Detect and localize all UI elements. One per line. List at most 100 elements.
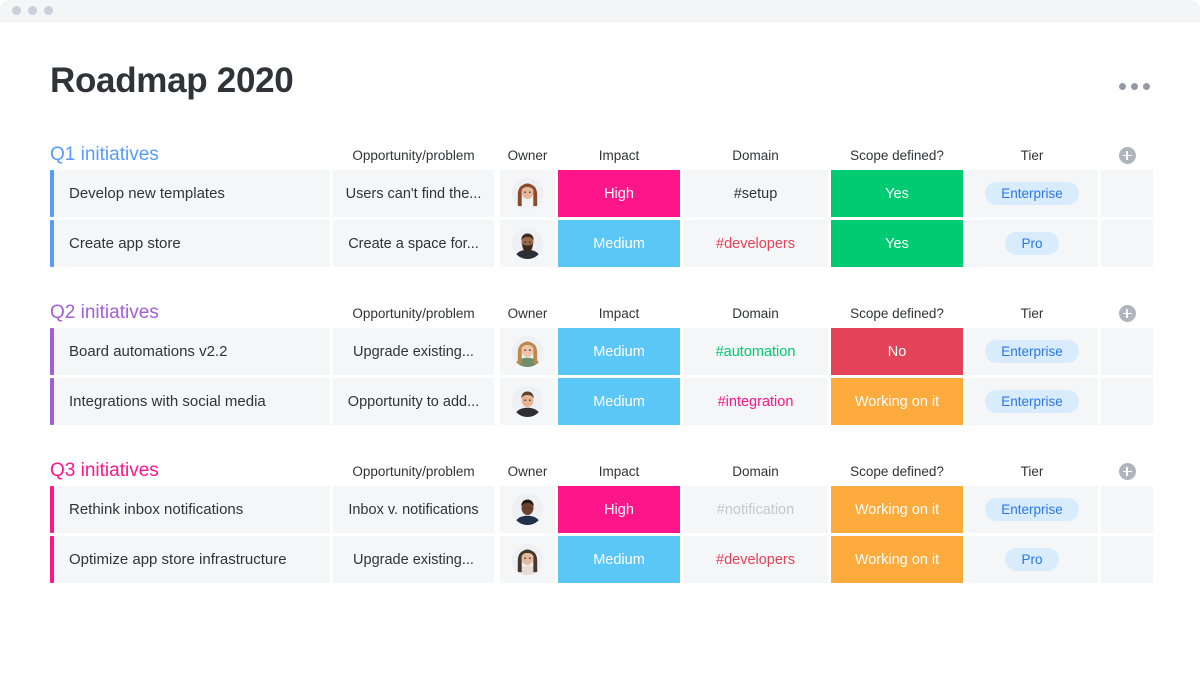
cell-tier[interactable]: Enterprise <box>966 170 1098 217</box>
cell-opportunity[interactable]: Opportunity to add... <box>333 378 494 425</box>
cell-impact[interactable]: High <box>558 486 680 533</box>
cell-scope-defined[interactable]: Yes <box>831 170 963 217</box>
group-title[interactable]: Q3 initiatives <box>50 456 330 486</box>
column-header-impact[interactable]: Impact <box>558 140 680 170</box>
column-header-scope[interactable]: Scope defined? <box>831 140 963 170</box>
cell-scope-defined[interactable]: Working on it <box>831 536 963 583</box>
cell-impact[interactable]: Medium <box>558 328 680 375</box>
column-header-opportunity[interactable]: Opportunity/problem <box>333 298 494 328</box>
cell-scope-defined[interactable]: Working on it <box>831 378 963 425</box>
tier-pill: Pro <box>1005 231 1059 256</box>
cell-empty[interactable] <box>1101 536 1153 583</box>
cell-impact[interactable]: Medium <box>558 220 680 267</box>
cell-owner[interactable] <box>500 220 555 267</box>
column-header-owner[interactable]: Owner <box>500 456 555 486</box>
board-group: Q3 initiatives Opportunity/problem Owner Im… <box>50 456 1153 583</box>
column-header-opportunity[interactable]: Opportunity/problem <box>333 456 494 486</box>
board-table: Q1 initiatives Opportunity/problem Owner Im… <box>50 140 1153 267</box>
row-title[interactable]: Develop new templates <box>54 170 330 217</box>
avatar-man-beard <box>512 228 543 259</box>
column-header-domain[interactable]: Domain <box>683 298 828 328</box>
tier-pill: Pro <box>1005 547 1059 572</box>
cell-owner[interactable] <box>500 536 555 583</box>
avatar-woman-dark-hair <box>512 544 543 575</box>
add-column-icon <box>1118 304 1136 322</box>
cell-scope-defined[interactable]: Yes <box>831 220 963 267</box>
cell-scope-defined[interactable]: Working on it <box>831 486 963 533</box>
cell-impact[interactable]: Medium <box>558 536 680 583</box>
app-window: Roadmap 2020 Q1 initiatives Opportunity/p… <box>0 0 1200 695</box>
group-title[interactable]: Q2 initiatives <box>50 298 330 328</box>
cell-empty[interactable] <box>1101 328 1153 375</box>
cell-domain[interactable]: #setup <box>683 170 828 217</box>
board-group: Q2 initiatives Opportunity/problem Owner Im… <box>50 298 1153 425</box>
row-title[interactable]: Board automations v2.2 <box>54 328 330 375</box>
window-minimize-button[interactable] <box>28 6 37 15</box>
row-title[interactable]: Rethink inbox notifications <box>54 486 330 533</box>
cell-scope-defined[interactable]: No <box>831 328 963 375</box>
group-title[interactable]: Q1 initiatives <box>50 140 330 170</box>
cell-tier[interactable]: Enterprise <box>966 328 1098 375</box>
column-header-impact[interactable]: Impact <box>558 456 680 486</box>
column-header-tier[interactable]: Tier <box>966 140 1098 170</box>
kebab-dot-icon <box>1143 83 1150 90</box>
avatar-woman-brown-hair <box>512 178 543 209</box>
cell-tier[interactable]: Enterprise <box>966 486 1098 533</box>
cell-empty[interactable] <box>1101 170 1153 217</box>
kebab-dot-icon <box>1131 83 1138 90</box>
window-maximize-button[interactable] <box>44 6 53 15</box>
cell-empty[interactable] <box>1101 378 1153 425</box>
cell-opportunity[interactable]: Upgrade existing... <box>333 536 494 583</box>
cell-owner[interactable] <box>500 486 555 533</box>
add-column-button[interactable] <box>1101 456 1153 486</box>
add-column-icon <box>1118 146 1136 164</box>
board-group: Q1 initiatives Opportunity/problem Owner Im… <box>50 140 1153 267</box>
column-header-scope[interactable]: Scope defined? <box>831 298 963 328</box>
cell-opportunity[interactable]: Users can't find the... <box>333 170 494 217</box>
cell-opportunity[interactable]: Inbox v. notifications <box>333 486 494 533</box>
tier-pill: Enterprise <box>985 181 1079 206</box>
column-header-tier[interactable]: Tier <box>966 456 1098 486</box>
cell-owner[interactable] <box>500 378 555 425</box>
avatar-man-dark-skin <box>512 494 543 525</box>
cell-domain[interactable]: #developers <box>683 536 828 583</box>
column-header-opportunity[interactable]: Opportunity/problem <box>333 140 494 170</box>
column-header-impact[interactable]: Impact <box>558 298 680 328</box>
cell-empty[interactable] <box>1101 220 1153 267</box>
cell-domain[interactable]: #automation <box>683 328 828 375</box>
column-header-domain[interactable]: Domain <box>683 456 828 486</box>
column-header-owner[interactable]: Owner <box>500 298 555 328</box>
window-close-button[interactable] <box>12 6 21 15</box>
tier-pill: Enterprise <box>985 389 1079 414</box>
window-title-bar <box>0 0 1200 22</box>
column-header-domain[interactable]: Domain <box>683 140 828 170</box>
board-groups: Q1 initiatives Opportunity/problem Owner Im… <box>50 140 1153 583</box>
avatar-woman-blonde-smiling <box>512 336 543 367</box>
board-table: Q2 initiatives Opportunity/problem Owner Im… <box>50 298 1153 425</box>
cell-domain[interactable]: #developers <box>683 220 828 267</box>
more-options-button[interactable] <box>1119 61 1150 90</box>
column-header-owner[interactable]: Owner <box>500 140 555 170</box>
column-header-tier[interactable]: Tier <box>966 298 1098 328</box>
cell-tier[interactable]: Pro <box>966 536 1098 583</box>
add-column-button[interactable] <box>1101 298 1153 328</box>
cell-impact[interactable]: High <box>558 170 680 217</box>
cell-tier[interactable]: Enterprise <box>966 378 1098 425</box>
cell-opportunity[interactable]: Upgrade existing... <box>333 328 494 375</box>
cell-impact[interactable]: Medium <box>558 378 680 425</box>
page-content: Roadmap 2020 Q1 initiatives Opportunity/p… <box>0 22 1200 583</box>
tier-pill: Enterprise <box>985 497 1079 522</box>
cell-owner[interactable] <box>500 170 555 217</box>
cell-domain[interactable]: #notification <box>683 486 828 533</box>
kebab-dot-icon <box>1119 83 1126 90</box>
cell-tier[interactable]: Pro <box>966 220 1098 267</box>
cell-empty[interactable] <box>1101 486 1153 533</box>
cell-opportunity[interactable]: Create a space for... <box>333 220 494 267</box>
cell-domain[interactable]: #integration <box>683 378 828 425</box>
add-column-button[interactable] <box>1101 140 1153 170</box>
row-title[interactable]: Optimize app store infrastructure <box>54 536 330 583</box>
column-header-scope[interactable]: Scope defined? <box>831 456 963 486</box>
row-title[interactable]: Create app store <box>54 220 330 267</box>
row-title[interactable]: Integrations with social media <box>54 378 330 425</box>
cell-owner[interactable] <box>500 328 555 375</box>
